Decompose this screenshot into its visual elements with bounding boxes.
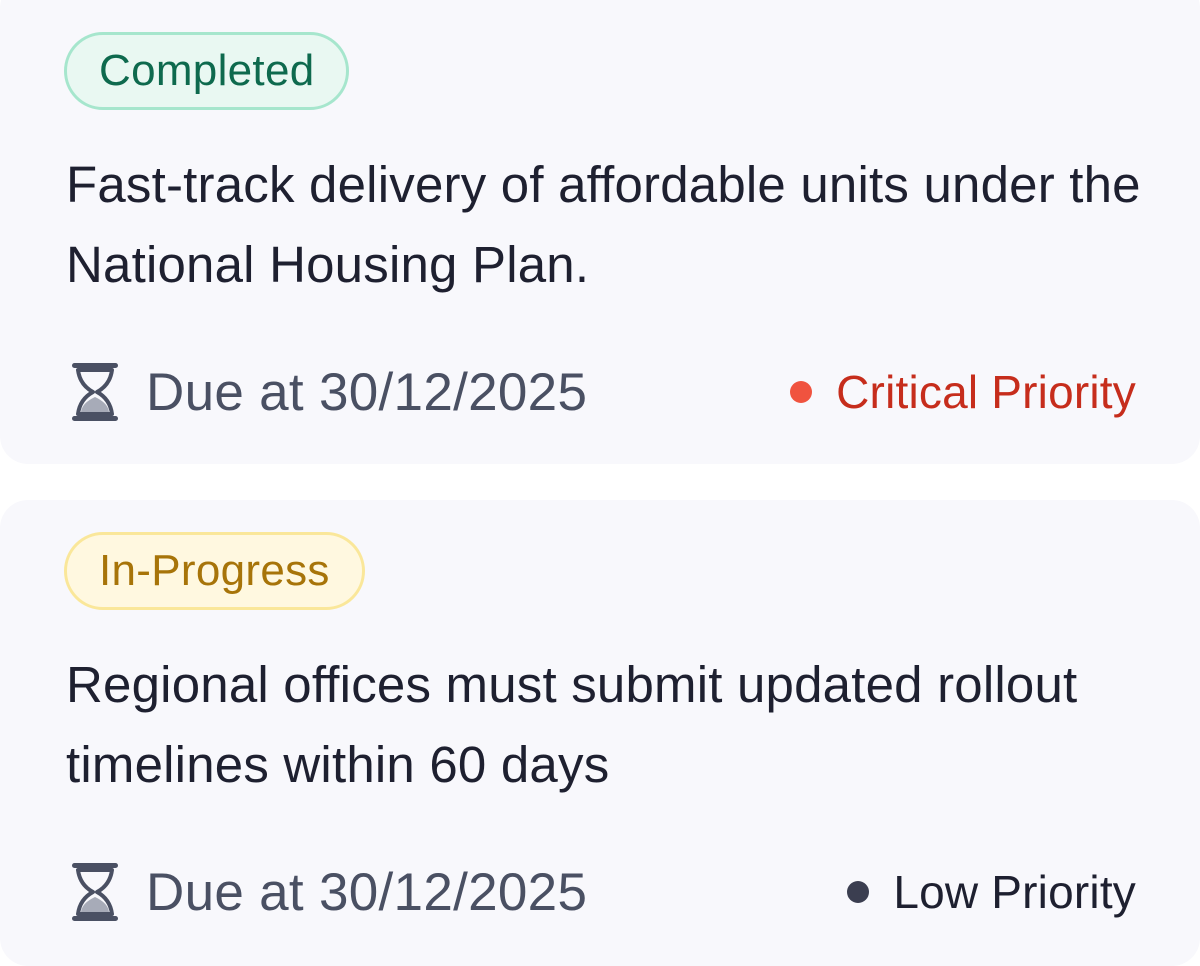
due-date: Due at 30/12/2025 (68, 361, 587, 423)
task-card[interactable]: Completed Fast-track delivery of afforda… (0, 0, 1200, 464)
priority-indicator: Low Priority (847, 865, 1136, 919)
priority-indicator: Critical Priority (790, 365, 1136, 419)
priority-dot (790, 381, 813, 403)
task-description: Fast-track delivery of affordable units … (66, 156, 1141, 293)
task-card[interactable]: In-Progress Regional offices must submit… (0, 500, 1200, 966)
due-date: Due at 30/12/2025 (68, 861, 587, 923)
priority-label: Low Priority (893, 866, 1136, 918)
priority-label: Critical Priority (836, 366, 1136, 418)
hourglass-icon (72, 363, 118, 421)
task-description: Regional offices must submit updated rol… (66, 656, 1078, 793)
due-date-text: Due at 30/12/2025 (146, 862, 588, 922)
status-badge: In-Progress (64, 532, 365, 610)
hourglass-icon (72, 863, 118, 921)
task-meta: Due at 30/12/2025 Critical Priority (68, 357, 1136, 427)
due-date-text: Due at 30/12/2025 (146, 362, 588, 422)
task-meta: Due at 30/12/2025 Low Priority (68, 857, 1136, 927)
priority-dot (847, 881, 870, 903)
status-badge: Completed (64, 32, 350, 110)
